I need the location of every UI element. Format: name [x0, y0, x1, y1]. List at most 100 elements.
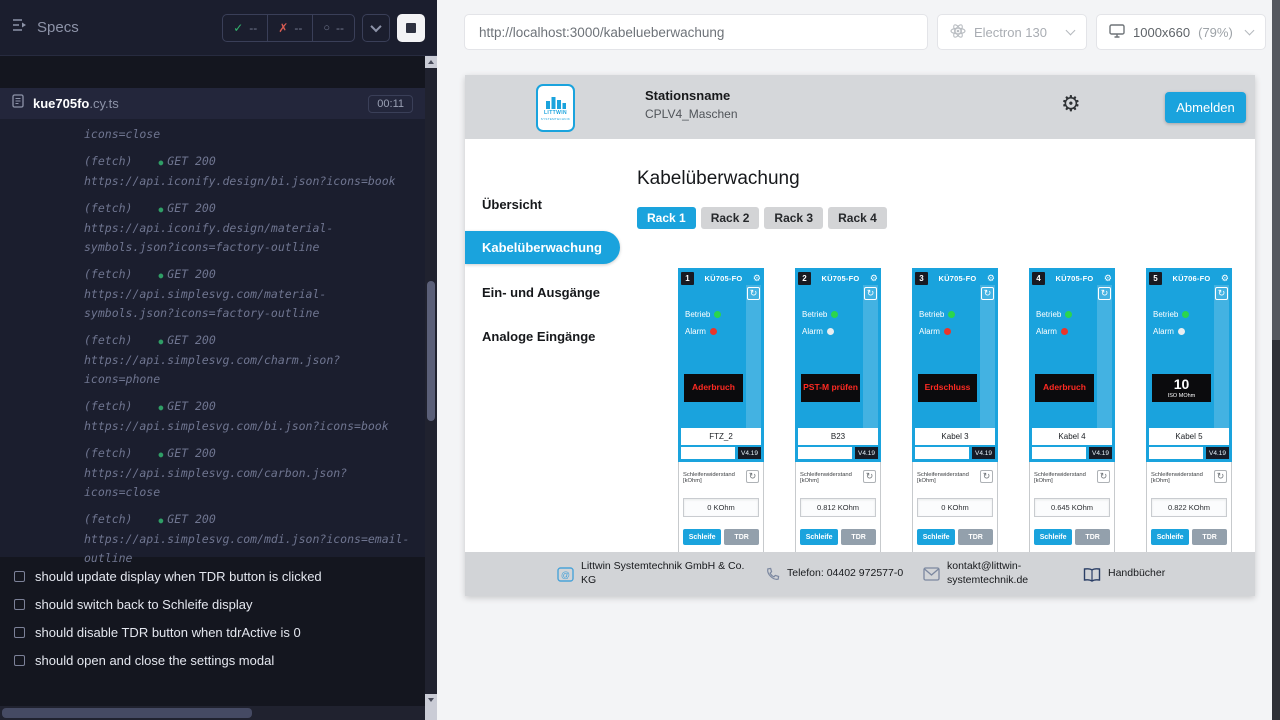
http-status: ●GET 200 [158, 510, 215, 530]
tab-rack-2[interactable]: Rack 2 [701, 207, 760, 229]
email-address: kontakt@littwin-systemtechnik.de [947, 560, 1039, 587]
card-gear-icon[interactable]: ⚙ [987, 274, 995, 283]
schleife-button[interactable]: Schleife [800, 529, 838, 545]
stop-button[interactable] [397, 14, 425, 42]
arrow-up-icon [428, 60, 434, 64]
device-card-5: 5 KÜ706-FO ⚙ Betrieb Alarm 1 [1146, 268, 1232, 558]
card-gear-icon[interactable]: ⚙ [1221, 274, 1229, 283]
collapse-button[interactable] [362, 14, 390, 42]
tdr-button[interactable]: TDR [1192, 529, 1227, 545]
log-entry[interactable]: (fetch)●GET 200 https://api.simplesvg.co… [84, 265, 415, 323]
tdr-button[interactable]: TDR [841, 529, 876, 545]
cable-name-field[interactable]: Kabel 3 [915, 428, 995, 445]
test-runner-panel: Specs ✓ -- ✗ -- ○ -- [0, 0, 437, 720]
cable-name-field[interactable]: Kabel 5 [1149, 428, 1229, 445]
scrollbar-thumb[interactable] [1272, 0, 1280, 340]
refresh-icon[interactable]: ↻ [1098, 287, 1111, 300]
specs-list-icon[interactable] [12, 18, 28, 37]
schleife-button[interactable]: Schleife [917, 529, 955, 545]
refresh-icon[interactable]: ↻ [1214, 470, 1227, 483]
test-row[interactable]: should open and close the settings modal [0, 646, 425, 674]
status-text: PST-M prüfen [803, 383, 858, 392]
betrieb-led [1182, 311, 1189, 318]
scrollbar-thumb[interactable] [2, 708, 252, 718]
settings-gear-icon[interactable]: ⚙ [1061, 93, 1081, 115]
logout-button[interactable]: Abmelden [1165, 92, 1246, 123]
measure-label: Schleifenwiderstand [kOhm] [800, 470, 863, 484]
http-status: ●GET 200 [158, 265, 215, 285]
schleife-button[interactable]: Schleife [1151, 529, 1189, 545]
test-title: should switch back to Schleife display [35, 597, 253, 612]
app-body: Übersicht Kabelüberwachung Ein- und Ausg… [465, 139, 1255, 596]
slot-number: 4 [1032, 272, 1045, 285]
viewport-select[interactable]: 1000x660 (79%) [1096, 14, 1266, 50]
spec-duration-badge: 00:11 [368, 95, 413, 113]
log-entry[interactable]: (fetch)●GET 200 https://api.simplesvg.co… [84, 510, 415, 568]
schleife-button[interactable]: Schleife [1034, 529, 1072, 545]
card-gear-icon[interactable]: ⚙ [753, 274, 761, 283]
request-url: icons=close [84, 125, 415, 144]
sidebar-item-ein-und-ausgaenge[interactable]: Ein- und Ausgänge [465, 270, 620, 314]
tdr-button[interactable]: TDR [1075, 529, 1110, 545]
card-gear-icon[interactable]: ⚙ [870, 274, 878, 283]
refresh-icon[interactable]: ↻ [981, 287, 994, 300]
phone-icon [765, 567, 780, 582]
card-side-strip: ↻ [746, 285, 761, 428]
request-url: https://api.iconify.design/bi.json?icons… [84, 172, 415, 191]
card-gear-icon[interactable]: ⚙ [1104, 274, 1112, 283]
tab-rack-3[interactable]: Rack 3 [764, 207, 823, 229]
test-row[interactable]: should disable TDR button when tdrActive… [0, 618, 425, 646]
url-input[interactable]: http://localhost:3000/kabelueberwachung [464, 14, 928, 50]
log-entry[interactable]: (fetch)●GET 200 https://api.iconify.desi… [84, 199, 415, 257]
sidebar-item-kabelueberwachung[interactable]: Kabelüberwachung [465, 231, 620, 264]
runner-vertical-scrollbar[interactable] [425, 56, 437, 706]
refresh-icon[interactable]: ↻ [863, 470, 876, 483]
firmware-version: V4.19 [855, 447, 878, 459]
footer-phone[interactable]: Telefon: 04402 972577-0 [765, 567, 909, 582]
device-card-1: 1 KÜ705-FO ⚙ Betrieb Alarm A [678, 268, 764, 558]
refresh-icon[interactable]: ↻ [1215, 287, 1228, 300]
test-title: should update display when TDR button is… [35, 569, 322, 584]
scroll-up-button[interactable] [425, 56, 437, 68]
test-row[interactable]: should update display when TDR button is… [0, 562, 425, 590]
device-model: KÜ705-FO [930, 274, 985, 283]
log-entry[interactable]: (fetch)●GET 200 https://api.simplesvg.co… [84, 444, 415, 502]
refresh-icon[interactable]: ↻ [746, 470, 759, 483]
blank-field [681, 447, 735, 459]
log-entry[interactable]: (fetch)●GET 200 https://api.simplesvg.co… [84, 331, 415, 389]
log-entry[interactable]: icons=close [84, 125, 415, 144]
request-url: https://api.simplesvg.com/charm.json?ico… [84, 351, 415, 389]
schleife-button[interactable]: Schleife [683, 529, 721, 545]
tdr-button[interactable]: TDR [958, 529, 993, 545]
footer-manuals[interactable]: Handbücher [1083, 567, 1165, 582]
sidebar-item-uebersicht[interactable]: Übersicht [465, 182, 620, 226]
tab-rack-1[interactable]: Rack 1 [637, 207, 696, 229]
fetch-label: (fetch) [84, 199, 132, 218]
tdr-button[interactable]: TDR [724, 529, 759, 545]
book-icon [1083, 567, 1101, 582]
scroll-down-button[interactable] [425, 694, 437, 706]
runner-horizontal-scrollbar[interactable] [0, 706, 437, 720]
cable-name-field[interactable]: B23 [798, 428, 878, 445]
test-row[interactable]: should switch back to Schleife display [0, 590, 425, 618]
footer-email[interactable]: kontakt@littwin-systemtechnik.de [923, 560, 1039, 587]
refresh-icon[interactable]: ↻ [747, 287, 760, 300]
page-scrollbar[interactable] [1272, 0, 1280, 720]
log-entry[interactable]: (fetch)●GET 200 https://api.simplesvg.co… [84, 397, 415, 436]
spec-file-header[interactable]: kue705fo.cy.ts 00:11 [0, 88, 425, 119]
cable-name-field[interactable]: FTZ_2 [681, 428, 761, 445]
cable-name-field[interactable]: Kabel 4 [1032, 428, 1112, 445]
tab-rack-4[interactable]: Rack 4 [828, 207, 887, 229]
phone-number: Telefon: 04402 972577-0 [787, 567, 909, 581]
sidebar-item-analoge-eingaenge[interactable]: Analoge Eingänge [465, 314, 620, 358]
refresh-icon[interactable]: ↻ [1097, 470, 1110, 483]
footer-company: @ Littwin Systemtechnik GmbH & Co. KG [557, 560, 751, 587]
log-entry[interactable]: (fetch)●GET 200 https://api.iconify.desi… [84, 152, 415, 191]
browser-select[interactable]: Electron 130 [937, 14, 1087, 50]
refresh-icon[interactable]: ↻ [864, 287, 877, 300]
alarm-led [944, 328, 951, 335]
scrollbar-thumb[interactable] [427, 281, 435, 421]
refresh-icon[interactable]: ↻ [980, 470, 993, 483]
fetch-label: (fetch) [84, 397, 132, 416]
littwin-logo: LITTWIN SYSTEMTECHNIK [536, 84, 575, 132]
